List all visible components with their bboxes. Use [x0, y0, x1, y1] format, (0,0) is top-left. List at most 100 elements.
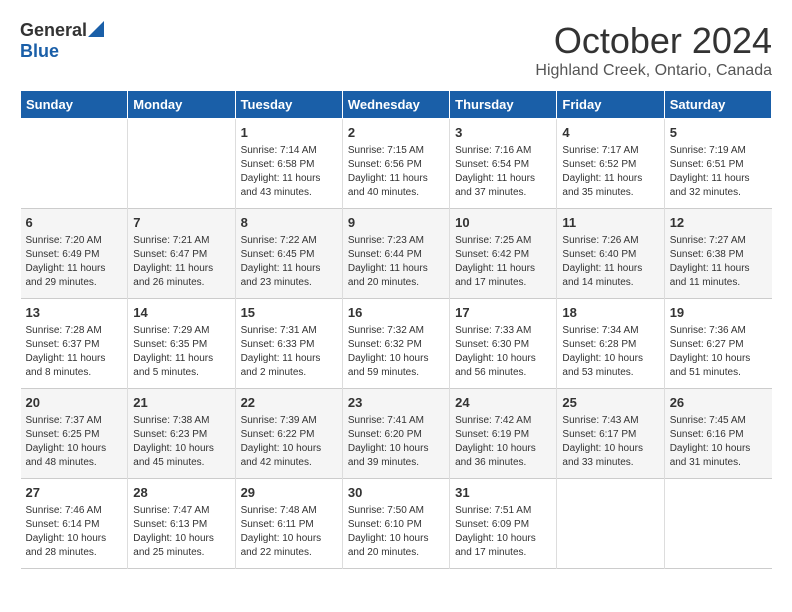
- day-info-line: Daylight: 11 hours and 17 minutes.: [455, 262, 551, 290]
- day-info-line: Sunrise: 7:22 AM: [241, 234, 337, 248]
- day-info-line: Sunset: 6:28 PM: [562, 338, 658, 352]
- day-info-line: Sunrise: 7:50 AM: [348, 504, 444, 518]
- calendar-cell: 22Sunrise: 7:39 AMSunset: 6:22 PMDayligh…: [235, 389, 342, 479]
- day-info-line: Sunset: 6:52 PM: [562, 158, 658, 172]
- day-info-line: Daylight: 11 hours and 35 minutes.: [562, 172, 658, 200]
- calendar-cell: [128, 119, 235, 209]
- day-info-line: Sunset: 6:32 PM: [348, 338, 444, 352]
- day-number: 5: [670, 124, 767, 142]
- day-info-line: Sunrise: 7:41 AM: [348, 414, 444, 428]
- calendar-cell: 31Sunrise: 7:51 AMSunset: 6:09 PMDayligh…: [450, 479, 557, 569]
- calendar-cell: 2Sunrise: 7:15 AMSunset: 6:56 PMDaylight…: [342, 119, 449, 209]
- day-info-line: Daylight: 11 hours and 8 minutes.: [26, 352, 123, 380]
- day-info-line: Sunset: 6:33 PM: [241, 338, 337, 352]
- calendar-week-row: 20 Sunrise: 7:37 AMSunset: 6:25 PM Dayligh…: [21, 389, 772, 479]
- day-info-line: Daylight: 10 hours and 22 minutes.: [241, 532, 337, 560]
- day-info-line: Sunset: 6:14 PM: [26, 518, 123, 532]
- day-info-line: Sunset: 6:47 PM: [133, 248, 229, 262]
- calendar-cell: 5Sunrise: 7:19 AMSunset: 6:51 PMDaylight…: [664, 119, 771, 209]
- calendar-cell: 29Sunrise: 7:48 AMSunset: 6:11 PMDayligh…: [235, 479, 342, 569]
- calendar-cell: 25Sunrise: 7:43 AMSunset: 6:17 PMDayligh…: [557, 389, 664, 479]
- day-info-line: Sunrise: 7:42 AM: [455, 414, 551, 428]
- calendar-cell: 16Sunrise: 7:32 AMSunset: 6:32 PMDayligh…: [342, 299, 449, 389]
- calendar-cell: 1Sunrise: 7:14 AMSunset: 6:58 PMDaylight…: [235, 119, 342, 209]
- day-info-line: Sunset: 6:16 PM: [670, 428, 767, 442]
- weekday-header-thursday: Thursday: [450, 91, 557, 119]
- calendar-cell: 4Sunrise: 7:17 AMSunset: 6:52 PMDaylight…: [557, 119, 664, 209]
- day-number: 28: [133, 484, 229, 502]
- day-number: 9: [348, 214, 444, 232]
- calendar-cell: 26Sunrise: 7:45 AMSunset: 6:16 PMDayligh…: [664, 389, 771, 479]
- day-info-line: Sunset: 6:19 PM: [455, 428, 551, 442]
- day-info-line: Sunset: 6:51 PM: [670, 158, 767, 172]
- day-info-line: Sunrise: 7:34 AM: [562, 324, 658, 338]
- calendar-week-row: 27 Sunrise: 7:46 AMSunset: 6:14 PM Dayligh…: [21, 479, 772, 569]
- day-number: 17: [455, 304, 551, 322]
- calendar-cell: 18Sunrise: 7:34 AMSunset: 6:28 PMDayligh…: [557, 299, 664, 389]
- calendar-cell: 10Sunrise: 7:25 AMSunset: 6:42 PMDayligh…: [450, 209, 557, 299]
- weekday-header-friday: Friday: [557, 91, 664, 119]
- calendar-cell: 14 Sunrise: 7:29 AMSunset: 6:35 PMDayligh…: [128, 299, 235, 389]
- day-number: 26: [670, 394, 767, 412]
- day-info-line: Sunrise: 7:31 AM: [241, 324, 337, 338]
- day-info-line: Daylight: 10 hours and 45 minutes.: [133, 442, 229, 470]
- day-info-line: Sunrise: 7:37 AM: [26, 414, 123, 428]
- day-info-line: Sunrise: 7:46 AM: [26, 504, 123, 518]
- day-info-line: Sunrise: 7:51 AM: [455, 504, 551, 518]
- day-info-line: Sunset: 6:49 PM: [26, 248, 123, 262]
- day-number: 8: [241, 214, 337, 232]
- calendar-cell: 21Sunrise: 7:38 AMSunset: 6:23 PMDayligh…: [128, 389, 235, 479]
- day-info-line: Sunrise: 7:14 AM: [241, 144, 337, 158]
- day-info-line: Sunrise: 7:43 AM: [562, 414, 658, 428]
- day-info-line: Daylight: 11 hours and 5 minutes.: [133, 352, 229, 380]
- day-info-line: Sunset: 6:22 PM: [241, 428, 337, 442]
- calendar-cell: 28Sunrise: 7:47 AMSunset: 6:13 PMDayligh…: [128, 479, 235, 569]
- day-number: 23: [348, 394, 444, 412]
- day-info-line: Sunset: 6:25 PM: [26, 428, 123, 442]
- day-number: 19: [670, 304, 767, 322]
- calendar-cell: 27Sunrise: 7:46 AMSunset: 6:14 PMDayligh…: [21, 479, 128, 569]
- day-info-line: Sunrise: 7:33 AM: [455, 324, 551, 338]
- day-number: 2: [348, 124, 444, 142]
- weekday-header-sunday: Sunday: [21, 91, 128, 119]
- day-number: 6: [26, 214, 123, 232]
- day-number: 7: [133, 214, 229, 232]
- day-number: 14: [133, 304, 229, 322]
- day-info-line: Sunset: 6:35 PM: [133, 338, 229, 352]
- calendar-week-row: 13Sunrise: 7:28 AMSunset: 6:37 PMDayligh…: [21, 299, 772, 389]
- day-info-line: Sunrise: 7:47 AM: [133, 504, 229, 518]
- calendar-cell: 17 Sunrise: 7:33 AMSunset: 6:30 PMDayligh…: [450, 299, 557, 389]
- calendar-cell: 11Sunrise: 7:26 AMSunset: 6:40 PMDayligh…: [557, 209, 664, 299]
- day-info-line: Sunrise: 7:29 AM: [133, 324, 229, 338]
- day-info-line: Sunrise: 7:15 AM: [348, 144, 444, 158]
- day-info-line: Sunset: 6:30 PM: [455, 338, 551, 352]
- day-info-line: Sunset: 6:40 PM: [562, 248, 658, 262]
- weekday-header-monday: Monday: [128, 91, 235, 119]
- day-info-line: Daylight: 11 hours and 11 minutes.: [670, 262, 767, 290]
- calendar-cell: 13Sunrise: 7:28 AMSunset: 6:37 PMDayligh…: [21, 299, 128, 389]
- day-number: 20: [26, 394, 123, 412]
- calendar-cell: [21, 119, 128, 209]
- day-info-line: Sunset: 6:23 PM: [133, 428, 229, 442]
- day-info-line: Sunset: 6:09 PM: [455, 518, 551, 532]
- day-info-line: Sunrise: 7:25 AM: [455, 234, 551, 248]
- day-info-line: Sunset: 6:13 PM: [133, 518, 229, 532]
- day-number: 27: [26, 484, 123, 502]
- day-number: 10: [455, 214, 551, 232]
- day-info-line: Daylight: 10 hours and 17 minutes.: [455, 532, 551, 560]
- day-info-line: Sunrise: 7:16 AM: [455, 144, 551, 158]
- day-info-line: Sunset: 6:37 PM: [26, 338, 123, 352]
- day-info-line: Sunrise: 7:38 AM: [133, 414, 229, 428]
- calendar-cell: 30Sunrise: 7:50 AMSunset: 6:10 PMDayligh…: [342, 479, 449, 569]
- day-info-line: Sunrise: 7:23 AM: [348, 234, 444, 248]
- day-number: 4: [562, 124, 658, 142]
- day-info-line: Daylight: 11 hours and 20 minutes.: [348, 262, 444, 290]
- location-title: Highland Creek, Ontario, Canada: [535, 62, 772, 80]
- day-info-line: Daylight: 11 hours and 2 minutes.: [241, 352, 337, 380]
- day-info-line: Sunrise: 7:45 AM: [670, 414, 767, 428]
- day-info-line: Daylight: 10 hours and 56 minutes.: [455, 352, 551, 380]
- day-info-line: Sunrise: 7:20 AM: [26, 234, 123, 248]
- logo-blue: Blue: [20, 41, 59, 61]
- calendar-cell: 9Sunrise: 7:23 AMSunset: 6:44 PMDaylight…: [342, 209, 449, 299]
- day-number: 18: [562, 304, 658, 322]
